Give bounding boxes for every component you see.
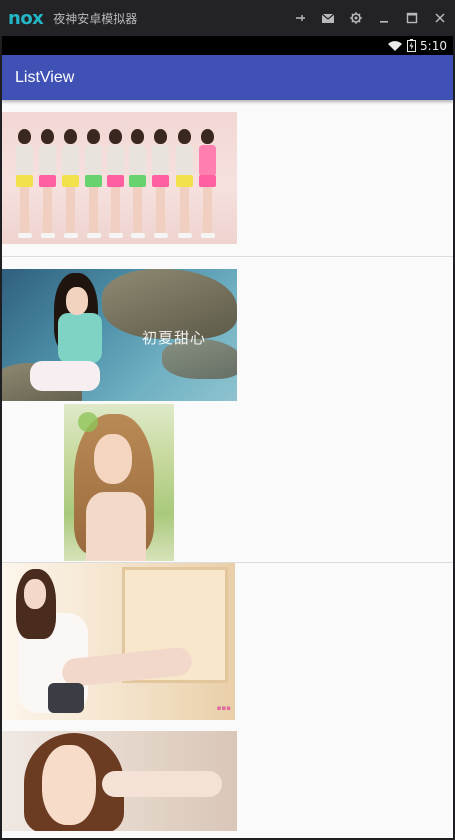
group-photo [2, 112, 237, 244]
message-icon[interactable] [321, 11, 335, 25]
action-bar: ListView [2, 55, 453, 100]
battery-charging-icon [407, 39, 417, 52]
photo-caption: 初夏甜心 [142, 329, 207, 347]
list-item[interactable]: ▪▪▪ [2, 563, 453, 731]
wifi-icon [388, 40, 403, 51]
portrait-photo [64, 404, 174, 561]
titlebar-controls [293, 11, 447, 25]
emulator-titlebar: nox 夜神安卓模拟器 [0, 0, 455, 36]
minimize-icon[interactable] [377, 11, 391, 25]
maximize-icon[interactable] [405, 11, 419, 25]
closeup-photo [2, 731, 237, 831]
page-title: ListView [15, 68, 75, 86]
sea-rock-photo: 初夏甜心 [2, 269, 237, 401]
emulator-title: 夜神安卓模拟器 [53, 11, 138, 26]
status-time: 5:10 [420, 38, 447, 53]
android-screen: 5:10 ListView 初夏甜心 ▪▪▪ [2, 36, 453, 838]
window-photo: ▪▪▪ [2, 563, 235, 720]
settings-icon[interactable] [349, 11, 363, 25]
pin-icon[interactable] [293, 11, 307, 25]
list-item[interactable] [2, 100, 453, 256]
list-item[interactable]: 初夏甜心 [2, 257, 453, 404]
list-item[interactable] [2, 404, 453, 562]
list-view[interactable]: 初夏甜心 ▪▪▪ [2, 100, 453, 838]
nox-logo: nox [8, 7, 44, 29]
close-icon[interactable] [433, 11, 447, 25]
list-item[interactable] [2, 731, 453, 838]
status-bar: 5:10 [2, 36, 453, 55]
